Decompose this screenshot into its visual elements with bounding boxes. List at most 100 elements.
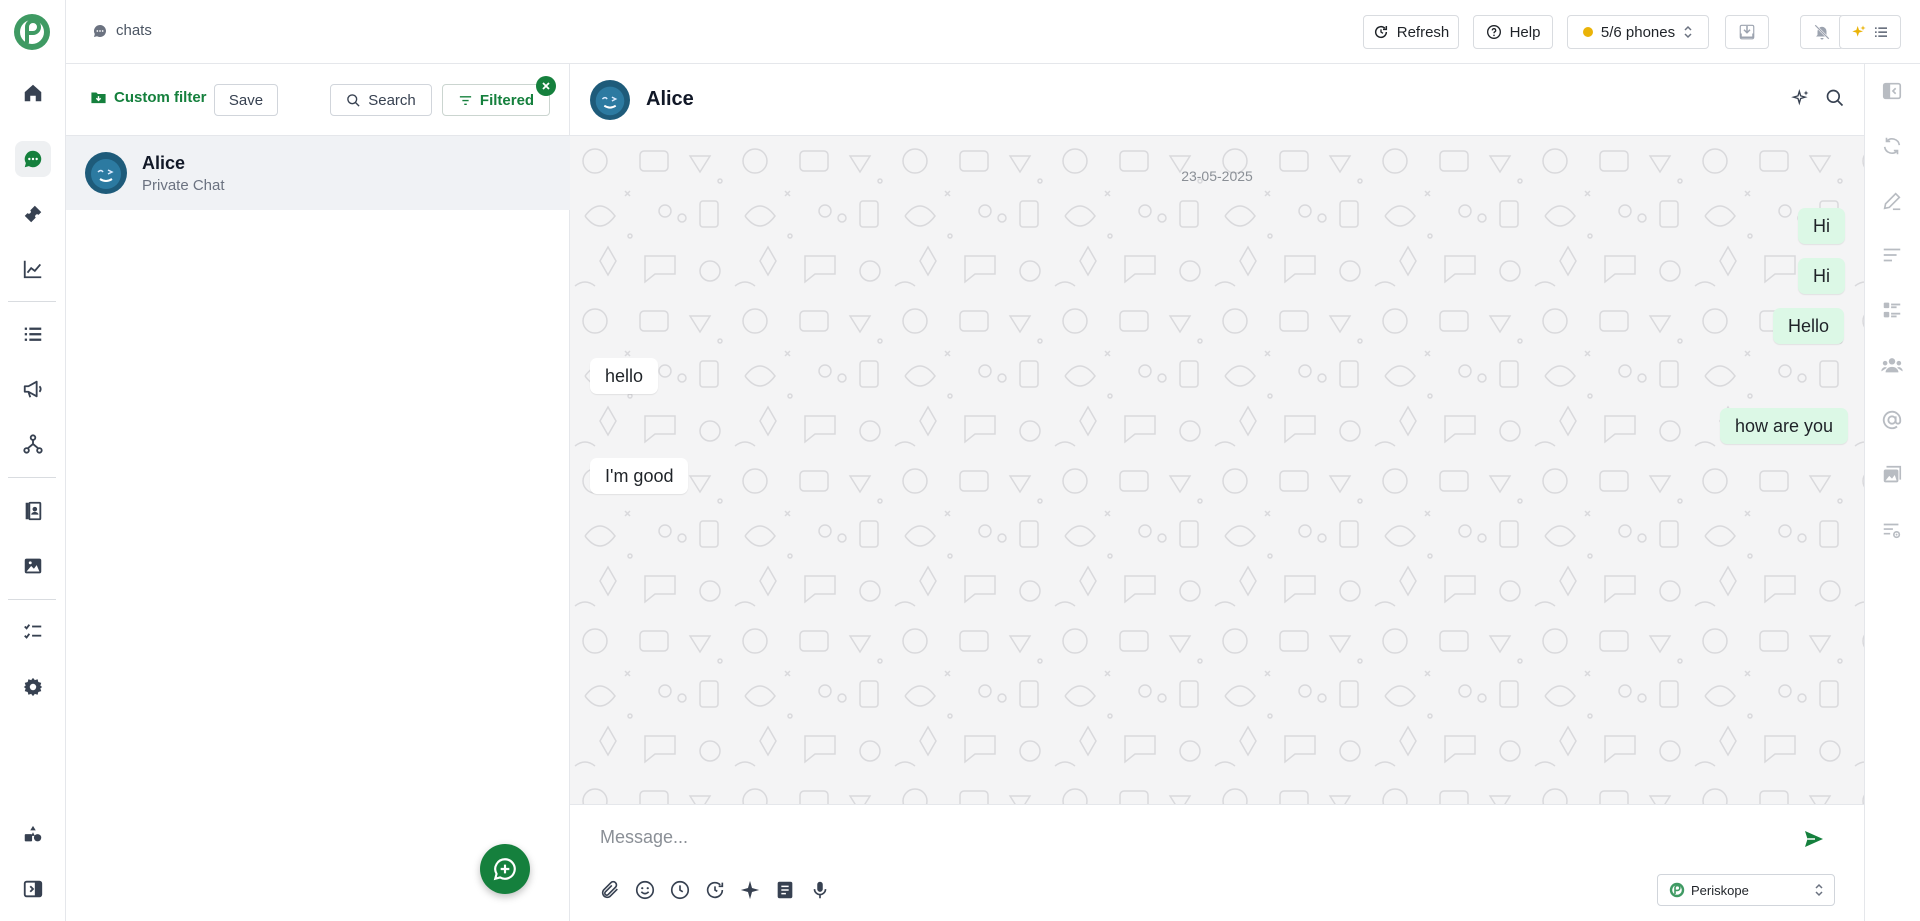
- message-bubble-incoming[interactable]: I'm good: [590, 458, 689, 494]
- filter-bar: Custom filter Save Search Filtered: [66, 64, 570, 136]
- breadcrumb: chats: [92, 22, 152, 39]
- avatar[interactable]: [590, 80, 630, 120]
- phone-select[interactable]: Periskope: [1657, 874, 1835, 906]
- filtered-label: Filtered: [479, 91, 535, 109]
- rail-flows[interactable]: [15, 426, 51, 462]
- sparkle-icon: [740, 880, 760, 900]
- rail-media[interactable]: [15, 548, 51, 584]
- custom-filter-label: Custom filter: [114, 89, 207, 106]
- rail-contacts[interactable]: [15, 493, 51, 529]
- help-button[interactable]: Help: [1473, 15, 1553, 49]
- clear-filter-button[interactable]: [536, 76, 556, 96]
- notifications-toggle[interactable]: [1800, 15, 1844, 49]
- sync-button[interactable]: [1881, 135, 1905, 159]
- smiley-icon: [635, 880, 655, 900]
- rail-analytics[interactable]: [15, 251, 51, 287]
- checklist-icon: [1883, 302, 1901, 318]
- rail-tasks[interactable]: [15, 614, 51, 650]
- rail-divider: [8, 599, 56, 600]
- note-icon: [777, 881, 793, 899]
- search-button[interactable]: Search: [330, 84, 432, 116]
- save-filter-button[interactable]: Save: [214, 84, 278, 116]
- message-input[interactable]: [600, 827, 1780, 848]
- mentions-button[interactable]: [1881, 409, 1905, 433]
- rail-lists[interactable]: [15, 316, 51, 352]
- history-icon: [706, 881, 724, 899]
- message-composer: Periskope: [570, 804, 1864, 921]
- at-sign-icon: [1882, 410, 1902, 430]
- search-conversation-button[interactable]: [1825, 88, 1847, 110]
- line-chart-icon: [23, 260, 42, 279]
- checklist-button[interactable]: [1881, 299, 1905, 323]
- send-icon: [1805, 831, 1823, 847]
- conversation-title[interactable]: Alice: [646, 88, 694, 111]
- workflow-icon: [23, 434, 43, 454]
- ai-compose-button[interactable]: [739, 879, 761, 901]
- media-panel-button[interactable]: [1881, 464, 1905, 488]
- chat-bubble-icon: [93, 24, 106, 37]
- panel-toggle-icon: [1882, 82, 1902, 100]
- custom-filter-button[interactable]: Custom filter: [90, 89, 207, 106]
- text-lines-icon: [1883, 248, 1901, 262]
- chevron-up-down-icon: [1684, 25, 1692, 39]
- message-bubble-outgoing[interactable]: Hi: [1798, 258, 1845, 294]
- filtered-button[interactable]: Filtered: [442, 84, 550, 116]
- quick-replies-button[interactable]: [704, 879, 726, 901]
- message-bubble-outgoing[interactable]: Hi: [1798, 208, 1845, 244]
- message-bubble-incoming[interactable]: hello: [590, 358, 659, 394]
- voice-note-button[interactable]: [809, 879, 831, 901]
- search-icon: [347, 93, 360, 107]
- phones-label: 5/6 phones: [1600, 23, 1676, 41]
- right-tool-rail: [1864, 64, 1920, 921]
- refresh-button[interactable]: Refresh: [1363, 15, 1459, 49]
- folder-download-icon: [91, 92, 106, 104]
- message-bubble-outgoing[interactable]: Hello: [1773, 308, 1845, 344]
- periskope-logo[interactable]: [12, 12, 52, 52]
- message-area[interactable]: 23-05-2025 Hi Hi Hello hello how are you…: [570, 136, 1864, 804]
- rail-collapse[interactable]: [15, 871, 51, 907]
- ai-menu-button[interactable]: [1839, 15, 1901, 49]
- ai-assist-button[interactable]: [1791, 88, 1813, 110]
- image-icon: [24, 558, 42, 574]
- send-button[interactable]: [1802, 827, 1826, 851]
- paperclip-icon: [601, 880, 618, 899]
- contacts-book-icon: [25, 501, 42, 521]
- pencil-icon: [1883, 192, 1901, 211]
- phone-select-value: Periskope: [1691, 882, 1749, 898]
- avatar: [85, 152, 127, 194]
- notes-panel-button[interactable]: [1881, 244, 1905, 268]
- chat-list-item[interactable]: Alice Private Chat: [66, 136, 570, 210]
- rail-integrations[interactable]: [15, 817, 51, 853]
- rail-broadcast[interactable]: [15, 371, 51, 407]
- new-chat-button[interactable]: [480, 844, 530, 894]
- conversation-panel: Alice 23-05-2025 Hi Hi Hello hello how a…: [570, 64, 1864, 921]
- search-label: Search: [368, 91, 416, 109]
- rail-settings[interactable]: [15, 669, 51, 705]
- help-label: Help: [1509, 23, 1541, 41]
- clock-icon: [670, 880, 690, 900]
- rail-chats[interactable]: [15, 141, 51, 177]
- rail-divider: [8, 301, 56, 302]
- rail-tickets[interactable]: [15, 196, 51, 232]
- download-button[interactable]: [1725, 15, 1769, 49]
- toggle-details-button[interactable]: [1881, 80, 1905, 104]
- filter-icon: [459, 95, 472, 105]
- chat-list-panel: Custom filter Save Search Filtered Alice…: [66, 64, 570, 921]
- emoji-button[interactable]: [634, 879, 656, 901]
- custom-properties-button[interactable]: [1881, 519, 1905, 543]
- home-icon: [24, 84, 42, 102]
- chat-name: Alice: [142, 153, 186, 173]
- rail-home[interactable]: [15, 75, 51, 111]
- edit-button[interactable]: [1881, 190, 1905, 214]
- schedule-button[interactable]: [669, 879, 691, 901]
- list-settings-icon: [1883, 523, 1901, 539]
- integrations-icon: [24, 825, 42, 842]
- sync-icon: [1883, 137, 1901, 155]
- attach-button[interactable]: [599, 879, 621, 901]
- message-bubble-outgoing[interactable]: how are you: [1720, 408, 1849, 444]
- rail-divider: [8, 477, 56, 478]
- members-button[interactable]: [1881, 354, 1905, 378]
- phones-selector[interactable]: 5/6 phones: [1567, 15, 1709, 49]
- list-icon: [24, 327, 42, 341]
- notes-button[interactable]: [774, 879, 796, 901]
